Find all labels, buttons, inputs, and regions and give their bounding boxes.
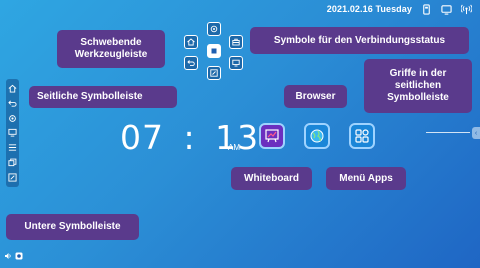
- display-icon: [232, 59, 240, 67]
- browser-app[interactable]: [304, 123, 330, 149]
- stop-icon: [211, 48, 217, 54]
- record-icon[interactable]: [15, 252, 23, 260]
- clock-separator: :: [183, 118, 196, 157]
- browser-icon: [310, 129, 324, 143]
- callout-whiteboard: Whiteboard: [231, 167, 312, 190]
- floating-stop-button[interactable]: [207, 44, 221, 58]
- bottom-toolbar: [4, 252, 23, 260]
- status-bar: 2021.02.16 Tuesday: [327, 0, 480, 18]
- home-icon: [187, 38, 195, 46]
- grip-pointer-line: [426, 132, 470, 133]
- back-icon: [187, 60, 195, 67]
- side-toolbar-grip[interactable]: ‹: [472, 127, 480, 139]
- date-time: 2021.02.16 Tuesday: [326, 4, 412, 14]
- annotate-icon: [210, 69, 218, 77]
- settings-icon: [210, 25, 218, 33]
- callout-connection-status: Symbole für den Verbindungsstatus: [250, 27, 469, 54]
- apps-grid-icon: [355, 129, 369, 143]
- floating-annotate-button[interactable]: [207, 66, 221, 80]
- whiteboard-app[interactable]: [259, 123, 285, 149]
- clock-period: AM: [228, 143, 240, 152]
- callout-side-toolbar: Seitliche Symbolleiste: [29, 86, 177, 108]
- volume-icon[interactable]: [4, 252, 12, 260]
- menu-apps[interactable]: [349, 123, 375, 149]
- side-toolbar: [6, 79, 19, 187]
- annotate-icon[interactable]: [8, 173, 17, 182]
- settings-icon[interactable]: [8, 114, 17, 123]
- callout-browser: Browser: [284, 85, 347, 108]
- callout-floating-toolbar: Schwebende Werkzeugleiste: [57, 30, 165, 68]
- floating-home-button[interactable]: [184, 35, 198, 49]
- usb-icon[interactable]: [420, 3, 432, 15]
- wireless-signal-icon[interactable]: [460, 3, 472, 15]
- whiteboard-icon: [265, 129, 279, 143]
- callout-side-grips: Griffe in der seitlichen Symbolleiste: [364, 59, 472, 113]
- callout-menu-apps: Menü Apps: [326, 167, 406, 190]
- display-icon[interactable]: [8, 128, 17, 138]
- floating-toolbox-button[interactable]: [229, 35, 243, 49]
- floating-display-button[interactable]: [229, 56, 243, 70]
- toolbox-icon: [232, 38, 240, 46]
- screen-cast-icon[interactable]: [440, 3, 452, 15]
- list-icon[interactable]: [8, 143, 17, 152]
- floating-settings-button[interactable]: [207, 22, 221, 36]
- chevron-left-icon: ‹: [474, 129, 478, 137]
- home-icon[interactable]: [8, 84, 17, 93]
- clock-hours: 07: [120, 118, 164, 157]
- callout-bottom-toolbar: Untere Symbolleiste: [6, 214, 139, 240]
- back-icon[interactable]: [8, 99, 17, 108]
- floating-back-button[interactable]: [184, 56, 198, 70]
- windows-icon[interactable]: [8, 158, 17, 167]
